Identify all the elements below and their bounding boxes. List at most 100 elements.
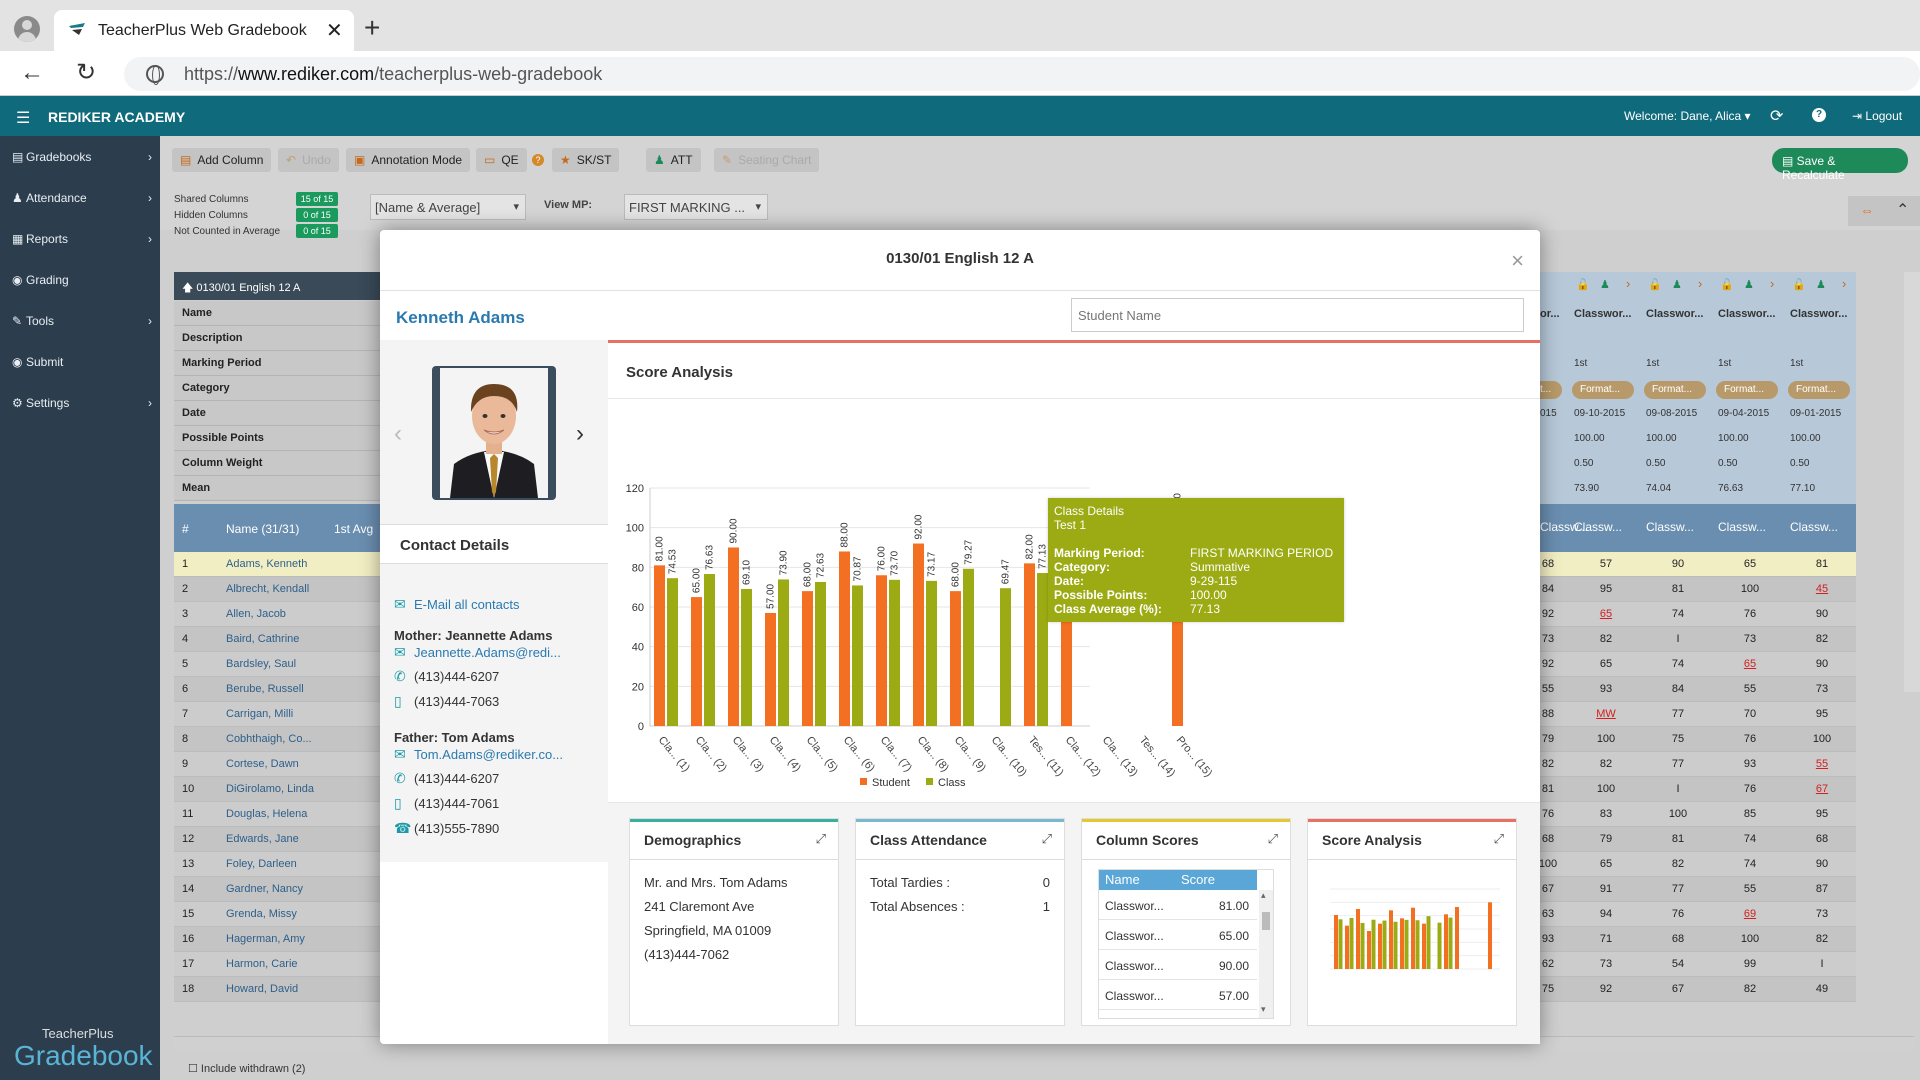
table-row[interactable]: 16 Hagerman, Amy [174,927,380,952]
score-cell[interactable]: 90 [1786,602,1858,627]
student-name-link[interactable]: Harmon, Carie [226,958,298,970]
score-cell[interactable]: 90 [1786,852,1858,877]
score-cell[interactable]: 55 [1786,752,1858,777]
student-name-link[interactable]: Baird, Cathrine [226,633,299,645]
hidden-columns-badge[interactable]: 0 of 15 [296,208,338,222]
table-row[interactable]: Classwor... 57.00 [1099,982,1257,1010]
mother-phone-mobile[interactable]: ▯ (413)444-7063 [394,693,499,710]
score-cell[interactable]: 65 [1714,552,1786,577]
include-withdrawn-checkbox[interactable]: ☐ Include withdrawn (2) [188,1062,305,1075]
new-tab-icon[interactable]: + [364,12,380,44]
save-recalculate-button[interactable]: ▤ Save & Recalculate [1772,148,1908,182]
table-row[interactable]: 8 Cobhthaigh, Co... [174,727,380,752]
category-pill[interactable]: Format... [1788,381,1850,399]
table-row[interactable]: Classwor... 65.00 [1099,922,1257,950]
score-cell[interactable]: 84 [1642,677,1714,702]
student-name-link[interactable]: Cortese, Dawn [226,758,299,770]
score-cell[interactable]: 90 [1786,652,1858,677]
student-name-link[interactable]: Howard, David [226,983,298,995]
collapse-up-icon[interactable]: ⌃ [1896,200,1909,220]
score-cell[interactable]: 57 [1570,552,1642,577]
score-cell[interactable]: 71 [1570,927,1642,952]
chevron-right-icon[interactable]: › [576,420,584,448]
father-phone-mobile[interactable]: ▯ (413)444-7061 [394,795,499,812]
table-row[interactable]: 13 Foley, Darleen [174,852,380,877]
sidebar-item-grading[interactable]: ◉ Grading [12,273,152,287]
qe-button[interactable]: ▭ QE [476,148,527,172]
score-cell[interactable]: 55 [1714,677,1786,702]
student-name-link[interactable]: Allen, Jacob [226,608,286,620]
column-head-short[interactable]: Classw... [1718,520,1766,534]
bar-class[interactable] [704,574,715,726]
bar-student[interactable] [876,575,887,726]
score-cell[interactable]: 82 [1570,627,1642,652]
score-cell[interactable]: 82 [1786,927,1858,952]
score-cell[interactable]: 75 [1642,727,1714,752]
bar-student[interactable] [654,565,665,726]
bar-student[interactable] [839,551,850,726]
table-row[interactable]: 7 Carrigan, Milli [174,702,380,727]
table-row[interactable]: 10 DiGirolamo, Linda [174,777,380,802]
student-name-link[interactable]: Berube, Russell [226,683,304,695]
score-cell[interactable]: 100 [1714,927,1786,952]
score-cell[interactable]: 67 [1786,777,1858,802]
bar-class[interactable] [815,581,826,726]
mother-email-link[interactable]: ✉ Jeannette.Adams@redi... [394,644,561,661]
score-cell[interactable]: 79 [1570,827,1642,852]
column-share-icon[interactable]: ♟ [1672,278,1682,291]
sidebar-item-submit[interactable]: ◉ Submit [12,355,152,369]
bar-student[interactable] [1024,563,1035,726]
score-cell[interactable]: 81 [1642,827,1714,852]
score-cell[interactable]: 65 [1570,852,1642,877]
email-all-link[interactable]: ✉ E-Mail all contacts [394,596,519,613]
category-pill[interactable]: Format... [1716,381,1778,399]
score-cell[interactable]: 92 [1570,977,1642,1002]
score-cell[interactable]: 73 [1714,627,1786,652]
close-icon[interactable]: × [1511,248,1524,274]
score-cell[interactable]: 65 [1714,652,1786,677]
help-icon[interactable]: ? [1812,108,1826,122]
browser-tab[interactable]: TeacherPlus Web Gradebook - O ✕ [54,10,354,51]
table-row[interactable]: Classwor... 81.00 [1099,892,1257,920]
expand-icon[interactable]: ⤢ [1042,831,1052,847]
student-name-link[interactable]: Cobhthaigh, Co... [226,733,312,745]
score-cell[interactable]: 93 [1714,752,1786,777]
bar-class[interactable] [1000,588,1011,726]
column-head-short[interactable]: Classw... [1574,520,1622,534]
score-cell[interactable]: 55 [1714,877,1786,902]
bar-class[interactable] [852,585,863,726]
url-field[interactable]: https://www.rediker.com/teacherplus-web-… [124,57,1920,91]
score-cell[interactable]: 68 [1642,927,1714,952]
sidebar-item-reports[interactable]: ▦ Reports › [12,232,152,246]
father-phone-work[interactable]: ☎ (413)555-7890 [394,820,499,837]
score-cell[interactable]: 45 [1786,577,1858,602]
col-score-header[interactable]: Score [1181,872,1215,887]
score-cell[interactable]: 69 [1714,902,1786,927]
close-tab-icon[interactable]: ✕ [326,18,343,43]
shared-columns-badge[interactable]: 15 of 15 [296,192,338,206]
student-name-link[interactable]: Hagerman, Amy [226,933,305,945]
score-cell[interactable]: 65 [1570,602,1642,627]
column-next-icon[interactable]: › [1770,276,1774,291]
score-cell[interactable]: 77 [1642,702,1714,727]
column-next-icon[interactable]: › [1698,276,1702,291]
score-cell[interactable]: 49 [1786,977,1858,1002]
score-cell[interactable]: 99 [1714,952,1786,977]
score-cell[interactable]: 82 [1642,852,1714,877]
student-name-link[interactable]: Edwards, Jane [226,833,299,845]
father-phone-home[interactable]: ✆ (413)444-6207 [394,770,499,787]
category-pill[interactable]: t... [1538,381,1562,399]
profile-icon[interactable] [14,16,40,42]
score-cell[interactable]: 77 [1642,752,1714,777]
expand-columns-icon[interactable]: ⇔ [1860,202,1874,218]
score-cell[interactable]: I [1642,777,1714,802]
score-cell[interactable]: 91 [1570,877,1642,902]
student-search-input[interactable] [1071,298,1524,332]
student-name-link[interactable]: Bardsley, Saul [226,658,296,670]
logout-button[interactable]: ⇥ Logout [1852,109,1902,123]
score-cell[interactable]: 73 [1786,677,1858,702]
bar-class[interactable] [778,579,789,726]
sidebar-item-gradebooks[interactable]: ▤ Gradebooks › [12,150,152,164]
hamburger-menu-icon[interactable]: ☰ [16,108,30,128]
table-row[interactable]: 4 Baird, Cathrine [174,627,380,652]
